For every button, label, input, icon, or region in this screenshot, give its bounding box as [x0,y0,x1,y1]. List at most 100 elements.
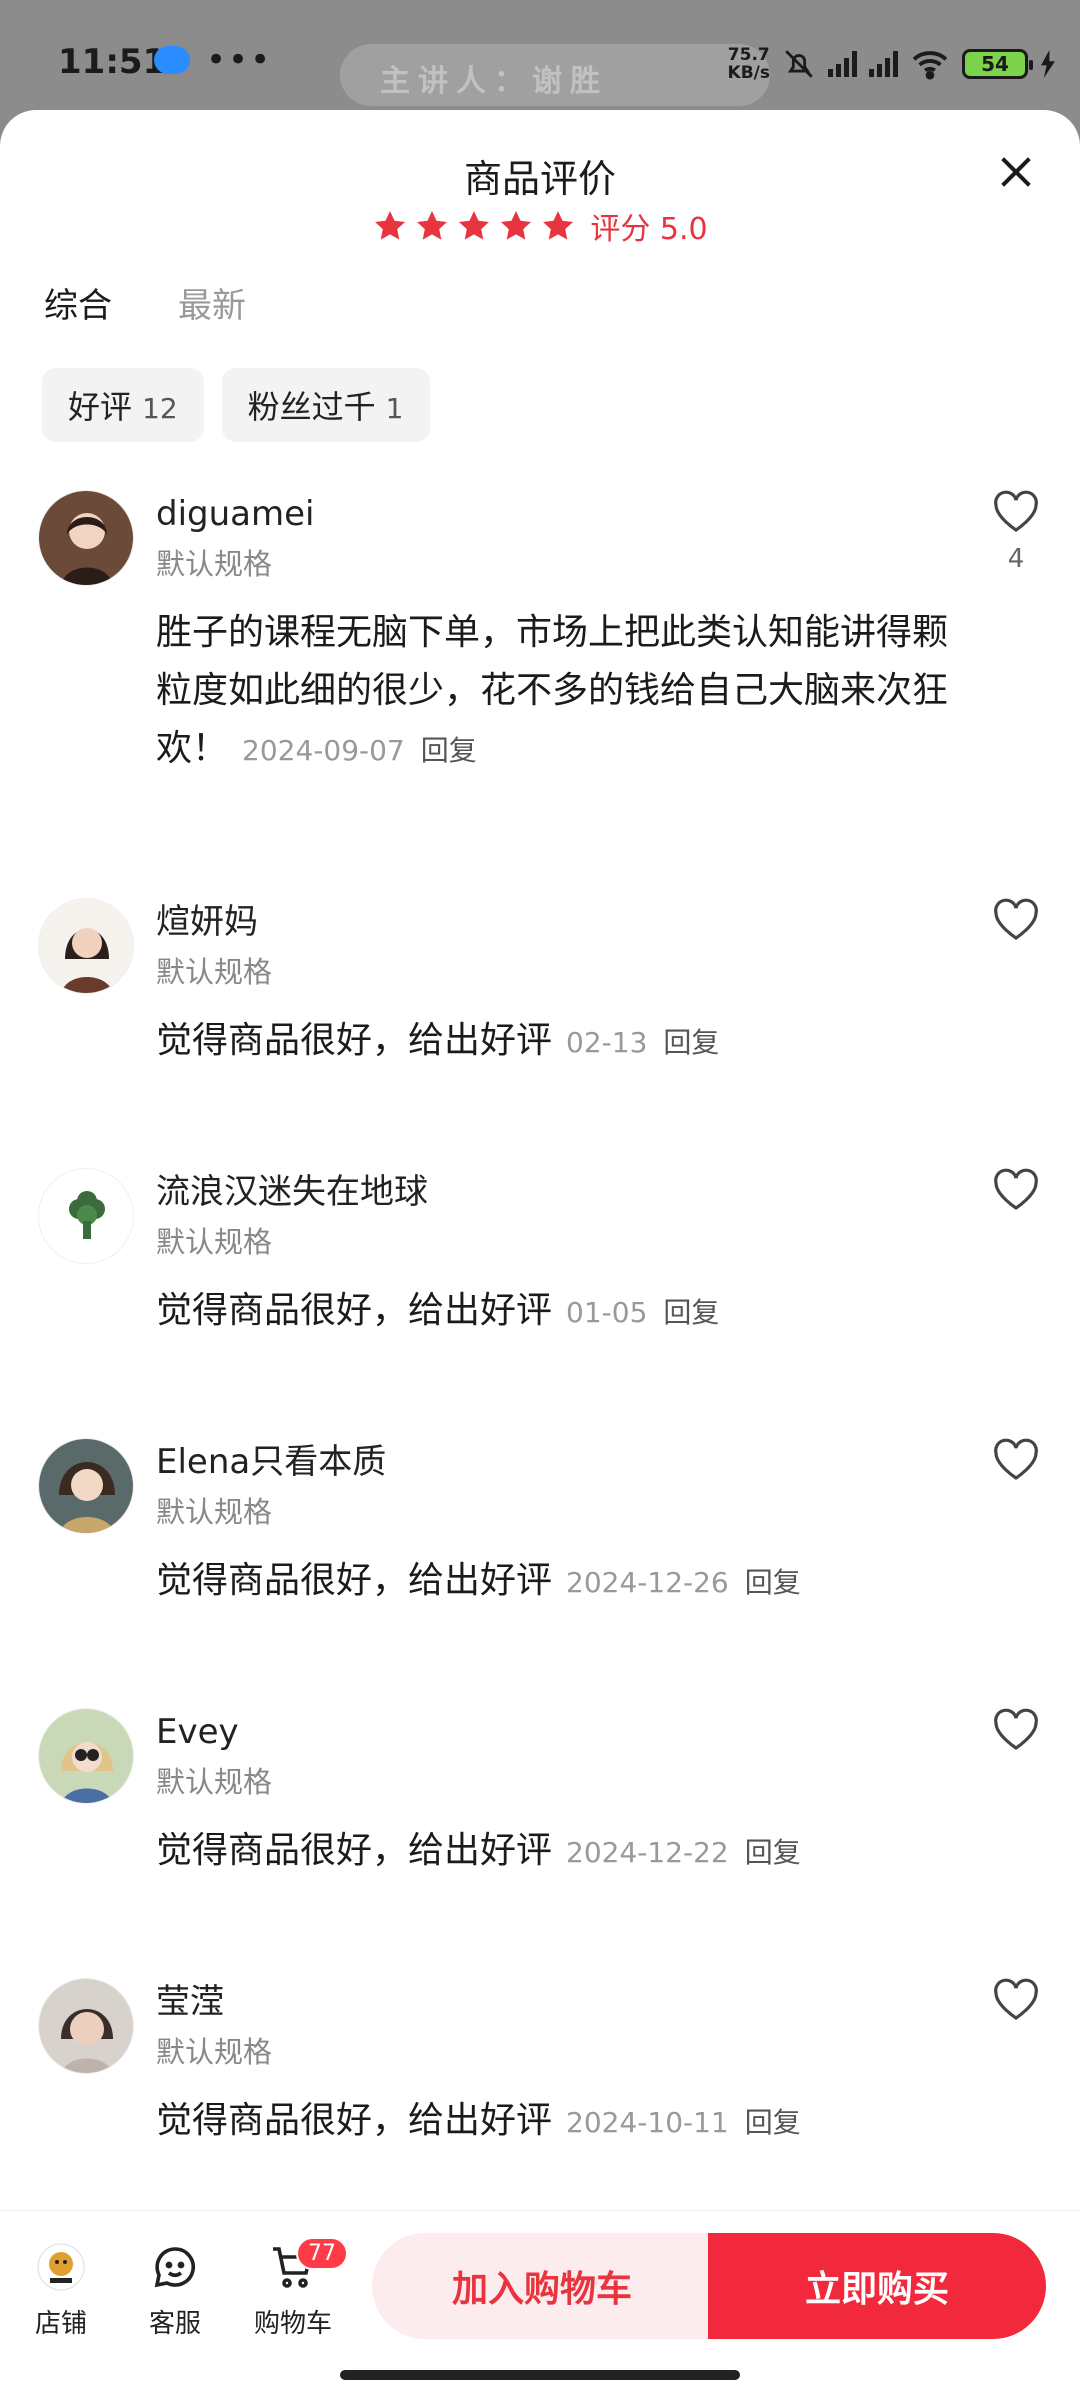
chat-icon [147,2239,203,2295]
review-date: 01-05 [566,1296,648,1329]
cloud-icon [154,46,190,74]
like-button[interactable] [988,1438,1044,1486]
wifi-icon [912,51,948,80]
signal-2-icon [869,51,898,77]
store-logo-icon [33,2239,89,2295]
heart-icon [994,1168,1038,1210]
sheet-title: 商品评价 [463,157,616,201]
charging-icon [1041,50,1055,78]
review-item: 流浪汉迷失在地球 默认规格 觉得商品很好，给出好评 01-05 回复 [0,1168,1080,1342]
review-username[interactable]: Evey [156,1708,970,1756]
tab-latest[interactable]: 最新 [178,278,246,327]
chip-count: 1 [385,392,404,425]
customer-service-label: 客服 [148,2309,201,2339]
review-spec: 默认规格 [156,1495,273,1529]
tab-comprehensive[interactable]: 综合 [44,278,112,327]
reply-button[interactable]: 回复 [745,1566,801,1599]
review-content: 觉得商品很好，给出好评 01-05 回复 [156,1290,720,1331]
like-count: 4 [1007,544,1025,574]
review-item: 莹滢 默认规格 觉得商品很好，给出好评 2024-10-11 回复 [0,1978,1080,2152]
cart-label: 购物车 [253,2309,332,2339]
review-spec: 默认规格 [156,955,273,989]
reply-button[interactable]: 回复 [421,734,477,767]
heart-icon [994,898,1038,940]
mute-bell-icon [785,50,813,78]
review-content: 觉得商品很好，给出好评 02-13 回复 [156,1020,720,1061]
rating-score: 评分 5.0 [590,212,708,247]
avatar[interactable] [38,1168,134,1264]
review-spec: 默认规格 [156,1765,273,1799]
review-date: 2024-12-26 [566,1566,729,1599]
review-date: 2024-12-22 [566,1836,729,1869]
review-spec: 默认规格 [156,1225,273,1259]
rating-summary: 评分 5.0 [0,204,1080,248]
sort-tabs: 综合 最新 [44,278,246,327]
reply-button[interactable]: 回复 [745,2106,801,2139]
chip-count: 12 [142,392,178,425]
background-banner-text: 主讲人：谢胜 [380,64,608,99]
heart-icon [994,490,1038,532]
review-username[interactable]: Elena只看本质 [156,1438,970,1486]
review-spec: 默认规格 [156,2035,273,2069]
avatar[interactable] [38,490,134,586]
review-item: diguamei 默认规格 胜子的课程无脑下单，市场上把此类认知能讲得颗粒度如此… [0,490,1080,870]
close-button[interactable] [988,144,1044,200]
like-button[interactable] [988,898,1044,946]
review-date: 02-13 [566,1026,648,1059]
review-username[interactable]: 流浪汉迷失在地球 [156,1168,970,1216]
reply-button[interactable]: 回复 [663,1026,719,1059]
review-item: Evey 默认规格 觉得商品很好，给出好评 2024-12-22 回复 [0,1708,1080,1882]
chip-positive[interactable]: 好评 12 [42,368,204,442]
more-notifications-icon: ••• [206,40,273,80]
review-content: 觉得商品很好，给出好评 2024-12-26 回复 [156,1560,801,1601]
star-icon [501,211,532,240]
like-button[interactable] [988,1708,1044,1756]
review-date: 2024-09-07 [242,734,405,767]
like-button[interactable]: 4 [988,490,1044,574]
battery-icon: 54 [962,49,1033,79]
review-item: 煊妍妈 默认规格 觉得商品很好，给出好评 02-13 回复 [0,898,1080,1072]
reviews-sheet: 商品评价 评分 5.0 综合 最新 好评 12 粉丝过千 1 diguamei … [0,110,1080,2400]
signal-icon [828,51,857,77]
review-content: 觉得商品很好，给出好评 2024-12-22 回复 [156,1830,801,1871]
heart-icon [994,1978,1038,2020]
review-content: 胜子的课程无脑下单，市场上把此类认知能讲得颗粒度如此细的很少，花不多的钱给自己大… [156,612,949,769]
review-item: Elena只看本质 默认规格 觉得商品很好，给出好评 2024-12-26 回复 [0,1438,1080,1612]
avatar[interactable] [38,898,134,994]
avatar[interactable] [38,1708,134,1804]
filter-chips: 好评 12 粉丝过千 1 [42,368,430,442]
chip-label: 好评 [68,388,133,426]
review-username[interactable]: 煊妍妈 [156,898,970,946]
heart-icon [994,1438,1038,1480]
status-time: 11:51 [58,42,167,82]
avatar[interactable] [38,1978,134,2074]
chip-label: 粉丝过千 [247,388,376,426]
reply-button[interactable]: 回复 [663,1296,719,1329]
review-username[interactable]: diguamei [156,490,970,538]
cart-count-badge: 77 [296,2237,348,2270]
review-username[interactable]: 莹滢 [156,1978,970,2026]
store-label: 店铺 [34,2309,87,2339]
network-speed: 75.7 KB/s [727,45,770,83]
like-button[interactable] [988,1168,1044,1216]
review-spec: 默认规格 [156,547,273,581]
star-icon [375,211,406,240]
customer-service-button[interactable]: 客服 [130,2239,220,2340]
avatar[interactable] [38,1438,134,1534]
home-indicator[interactable] [340,2370,740,2380]
like-button[interactable] [988,1978,1044,2026]
status-icons: 75.7 KB/s 54 [728,40,1056,88]
star-icon [543,211,574,240]
buy-now-button[interactable]: 立即购买 [708,2233,1046,2339]
add-to-cart-button[interactable]: 加入购物车 [372,2233,712,2339]
store-button[interactable]: 店铺 [16,2239,106,2340]
status-bar: 11:51 ••• 主讲人：谢胜 75.7 KB/s 54 [0,0,1080,120]
star-icon [459,211,490,240]
reply-button[interactable]: 回复 [745,1836,801,1869]
review-date: 2024-10-11 [566,2106,729,2139]
review-content: 觉得商品很好，给出好评 2024-10-11 回复 [156,2100,801,2141]
rating-stars [372,208,576,244]
heart-icon [994,1708,1038,1750]
star-icon [417,211,448,240]
chip-fans[interactable]: 粉丝过千 1 [221,368,430,442]
